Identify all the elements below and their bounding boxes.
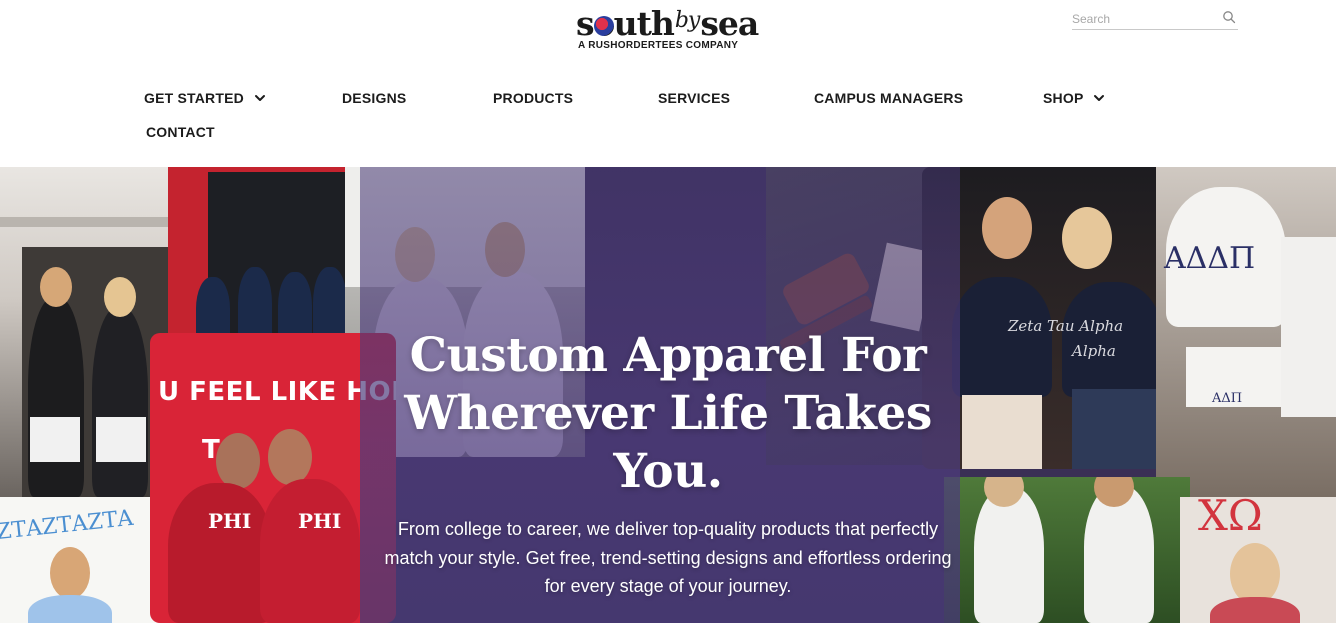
nav-campus-managers[interactable]: CAMPUS MANAGERS [814,88,963,108]
photo-text-zta-banner: ΖΤΑΖΤΑΖΤΑ [0,505,135,546]
photo-tile-grass [944,477,1190,623]
logo-text-by: by [674,8,700,33]
nav-get-started[interactable]: GET STARTED [144,88,266,108]
site-header: suthbysea A RUSHORDERTEES COMPANY GET ST… [0,0,1336,167]
photo-text-xo: ΧΩ [1198,497,1263,540]
nav-products[interactable]: PRODUCTS [493,88,573,108]
search-box [1072,8,1238,30]
search-input[interactable] [1072,10,1217,28]
logo-wordmark: s uthbysea [576,4,759,43]
hero-subtext-line3: for every stage of your journey. [544,576,792,596]
search-icon[interactable] [1222,10,1236,24]
hero-subtext-line2: match your style. Get free, trend-settin… [384,547,952,568]
logo-text-sea: sea [700,4,759,43]
photo-tile-xo: ΧΩ [1180,497,1336,623]
photo-tile-zta-banner: ΖΤΑΖΤΑΖΤΑ [0,497,160,623]
photo-tile-red-door [168,167,354,342]
hero-headline-line2: Wherever Life Takes [404,386,932,441]
nav-get-started-label: GET STARTED [144,90,244,106]
hero-subtext-line1: From college to career, we deliver top-q… [397,519,939,539]
nav-designs[interactable]: DESIGNS [342,88,406,108]
photo-text-shirt-left: PHI [208,509,252,533]
hero-subtext: From college to career, we deliver top-q… [380,515,956,601]
nav-shop[interactable]: SHOP [1043,88,1105,108]
photo-text-adp-top: ΑΔΔΠ [1164,241,1256,276]
hero-headline-line3: You. [613,444,723,499]
chevron-down-icon [255,95,266,101]
photo-text-adp-shorts: ΑΔΠ [1212,391,1243,406]
chevron-down-icon [1094,95,1105,101]
photo-text-alpha: Alpha [1072,342,1116,360]
site-logo[interactable]: s uthbysea A RUSHORDERTEES COMPANY [576,4,760,56]
logo-tagline: A RUSHORDERTEES COMPANY [578,40,739,51]
nav-shop-label: SHOP [1043,90,1084,106]
nav-contact[interactable]: CONTACT [146,122,215,142]
photo-tile-zta-tanks: Zeta Tau Alpha Alpha [922,167,1180,469]
photo-tile-adp: ΑΔΔΠ ΑΔΠ [1156,167,1336,497]
nav-services[interactable]: SERVICES [658,88,730,108]
logo-text-uth: uth [613,4,675,43]
hero-headline-line1: Custom Apparel For [409,328,927,383]
logo-text-s: s [576,4,595,43]
photo-text-zta: Zeta Tau Alpha [1008,317,1124,335]
hero-headline: Custom Apparel For Wherever Life Takes Y… [380,327,956,501]
logo-globe-icon [593,16,614,36]
photo-text-shirt-right: PHI [298,509,342,533]
hero-banner: Zeta Tau Alpha Alpha ΑΔΔΠ ΑΔΠ ΖΤΑΖΤΑΖΤΑ … [0,167,1336,623]
